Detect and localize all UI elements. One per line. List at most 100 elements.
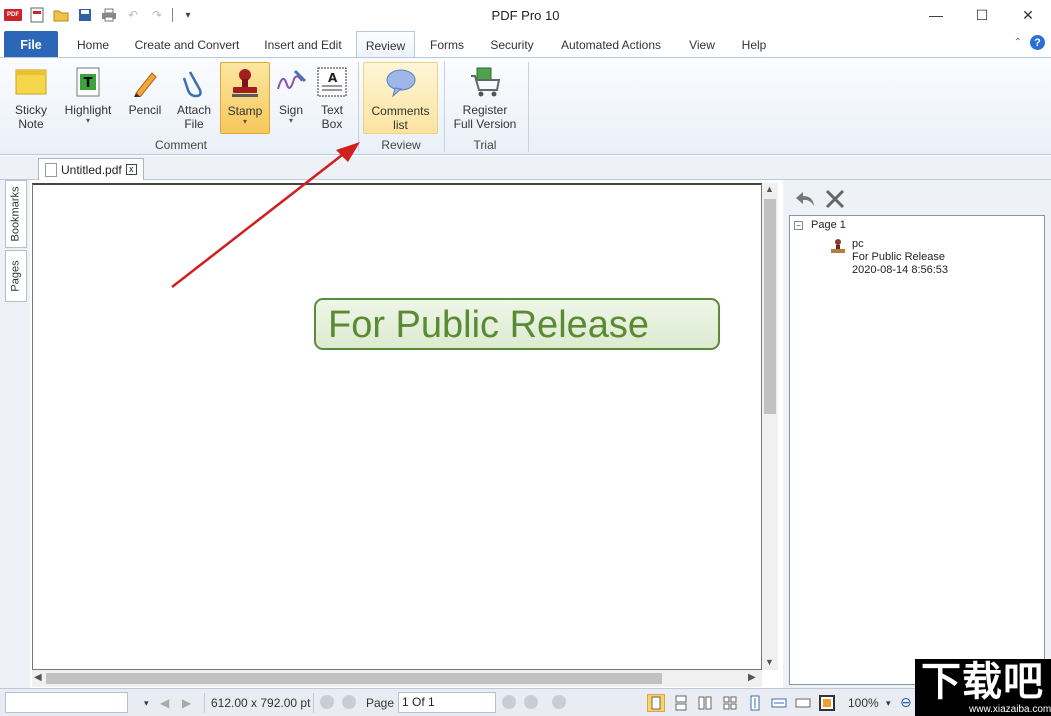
svg-text:A: A xyxy=(328,71,338,85)
collapse-ribbon-icon[interactable]: ⌃ xyxy=(1014,37,1022,48)
tab-insert-and-edit[interactable]: Insert and Edit xyxy=(256,31,350,57)
stamp-annotation[interactable]: For Public Release xyxy=(314,298,720,350)
tree-comment-item[interactable]: pc For Public Release 2020-08-14 8:56:53 xyxy=(830,238,948,277)
next-page-icon[interactable] xyxy=(502,695,516,709)
comment-text: For Public Release xyxy=(852,251,945,263)
tab-create-and-convert[interactable]: Create and Convert xyxy=(128,31,246,57)
next-view-icon[interactable]: ▶ xyxy=(182,696,191,710)
sticky-note-button[interactable]: Sticky Note xyxy=(8,62,54,134)
close-document-icon[interactable]: x xyxy=(125,164,137,175)
horizontal-scrollbar[interactable]: ◀ ▶ xyxy=(32,670,762,687)
facing-continuous-view-icon[interactable] xyxy=(721,694,739,712)
attach-file-button[interactable]: Attach File xyxy=(172,62,216,134)
text-box-icon: A xyxy=(315,65,349,99)
tab-pages[interactable]: Pages xyxy=(5,250,27,302)
horizontal-scroll-thumb[interactable] xyxy=(46,673,662,684)
comment-author: pc xyxy=(852,238,864,250)
stamp-button[interactable]: Stamp ▾ xyxy=(220,62,270,134)
page-size-readout: 612.00 x 792.00 pt xyxy=(211,696,311,710)
previous-page-icon[interactable] xyxy=(342,695,356,709)
sign-button[interactable]: Sign ▾ xyxy=(272,62,310,134)
document-tab-strip: Untitled.pdf x xyxy=(0,156,1051,180)
zoom-dropdown-icon[interactable]: ▾ xyxy=(886,698,891,709)
group-label-comment: Comment xyxy=(154,138,207,152)
previous-view-icon[interactable]: ◀ xyxy=(160,696,169,710)
stamp-icon xyxy=(228,66,262,100)
highlight-icon: T xyxy=(71,65,105,99)
page-number-input[interactable]: 1 Of 1 xyxy=(398,692,496,713)
speech-bubble-icon xyxy=(384,66,418,100)
tab-bookmarks[interactable]: Bookmarks xyxy=(5,180,27,248)
site-watermark: 下载吧 www.xiazaiba.com xyxy=(915,659,1051,716)
fit-width-icon[interactable] xyxy=(770,694,788,712)
vertical-scrollbar[interactable]: ▲ ▼ xyxy=(762,183,778,670)
pencil-icon xyxy=(128,65,162,99)
ribbon-panel: Sticky Note T Highlight ▾ Pencil Attach … xyxy=(0,57,1051,155)
ribbon-tab-bar: File Home Create and Convert Insert and … xyxy=(0,31,1051,58)
stamp-icon xyxy=(831,239,845,253)
tab-security[interactable]: Security xyxy=(482,31,542,57)
fit-page-icon[interactable] xyxy=(818,694,836,712)
tree-page-label: Page 1 xyxy=(811,219,846,231)
tab-review[interactable]: Review xyxy=(356,31,415,58)
svg-text:T: T xyxy=(84,76,93,91)
reply-icon[interactable] xyxy=(793,187,817,211)
status-bar: ▾ ◀ ▶ 612.00 x 792.00 pt Page 1 Of 1 100… xyxy=(0,688,1051,716)
scroll-right-icon[interactable]: ▶ xyxy=(748,672,756,683)
status-separator xyxy=(313,693,314,713)
tab-file[interactable]: File xyxy=(4,31,58,57)
register-full-version-button[interactable]: Register Full Version xyxy=(448,62,522,134)
search-dropdown-icon[interactable]: ▾ xyxy=(144,698,149,709)
continuous-view-icon[interactable] xyxy=(672,694,690,712)
paperclip-icon xyxy=(177,65,211,99)
comment-timestamp: 2020-08-14 8:56:53 xyxy=(852,264,949,276)
document-tab[interactable]: Untitled.pdf x xyxy=(38,158,144,180)
refresh-icon[interactable] xyxy=(552,695,566,709)
delete-icon[interactable] xyxy=(823,187,847,211)
comments-list-button[interactable]: Comments list xyxy=(363,62,438,134)
vertical-scroll-thumb[interactable] xyxy=(764,199,776,414)
group-label-review: Review xyxy=(381,138,421,152)
shopping-cart-icon xyxy=(468,65,502,99)
scroll-left-icon[interactable]: ◀ xyxy=(34,672,42,683)
tab-automated-actions[interactable]: Automated Actions xyxy=(552,31,670,57)
tab-home[interactable]: Home xyxy=(68,31,118,57)
comments-tree: − Page 1 pc For Public Release 2020-08-1… xyxy=(789,215,1045,685)
facing-view-icon[interactable] xyxy=(696,694,714,712)
group-label-trial: Trial xyxy=(473,138,497,152)
text-box-button[interactable]: A Text Box xyxy=(313,62,351,134)
document-page[interactable]: For Public Release xyxy=(32,183,762,670)
pdf-file-icon xyxy=(45,162,57,177)
maximize-icon[interactable]: ☐ xyxy=(959,0,1005,30)
signature-icon xyxy=(274,65,308,99)
actual-size-icon[interactable] xyxy=(794,694,812,712)
scroll-down-icon[interactable]: ▼ xyxy=(765,657,774,667)
collapse-node-icon[interactable]: − xyxy=(794,220,803,230)
left-sidebar-tabs: Bookmarks Pages xyxy=(0,180,30,688)
document-tab-title: Untitled.pdf xyxy=(61,162,122,177)
fit-height-icon[interactable] xyxy=(746,694,764,712)
tab-forms[interactable]: Forms xyxy=(424,31,470,57)
close-icon[interactable]: ✕ xyxy=(1005,0,1051,30)
zoom-out-icon[interactable]: ⊖ xyxy=(900,694,912,711)
group-separator xyxy=(444,62,445,152)
tree-node-page[interactable]: − Page 1 xyxy=(794,219,846,231)
minimize-icon[interactable]: — xyxy=(913,0,959,30)
search-input[interactable] xyxy=(5,692,128,713)
zoom-level[interactable]: 100% xyxy=(848,696,879,710)
group-separator xyxy=(528,62,529,152)
comments-panel: − Page 1 pc For Public Release 2020-08-1… xyxy=(783,180,1051,688)
pencil-button[interactable]: Pencil xyxy=(122,62,168,134)
highlight-button[interactable]: T Highlight ▾ xyxy=(58,62,118,134)
scroll-up-icon[interactable]: ▲ xyxy=(765,184,774,194)
window-title: PDF Pro 10 xyxy=(491,8,560,23)
watermark-url: www.xiazaiba.com xyxy=(969,704,1051,715)
last-page-icon[interactable] xyxy=(524,695,538,709)
page-label: Page xyxy=(366,696,395,710)
tab-view[interactable]: View xyxy=(682,31,722,57)
single-page-view-icon[interactable] xyxy=(647,694,665,712)
window-controls: — ☐ ✕ xyxy=(913,0,1051,30)
help-icon[interactable]: ? xyxy=(1030,35,1045,50)
tab-help[interactable]: Help xyxy=(734,31,774,57)
first-page-icon[interactable] xyxy=(320,695,334,709)
